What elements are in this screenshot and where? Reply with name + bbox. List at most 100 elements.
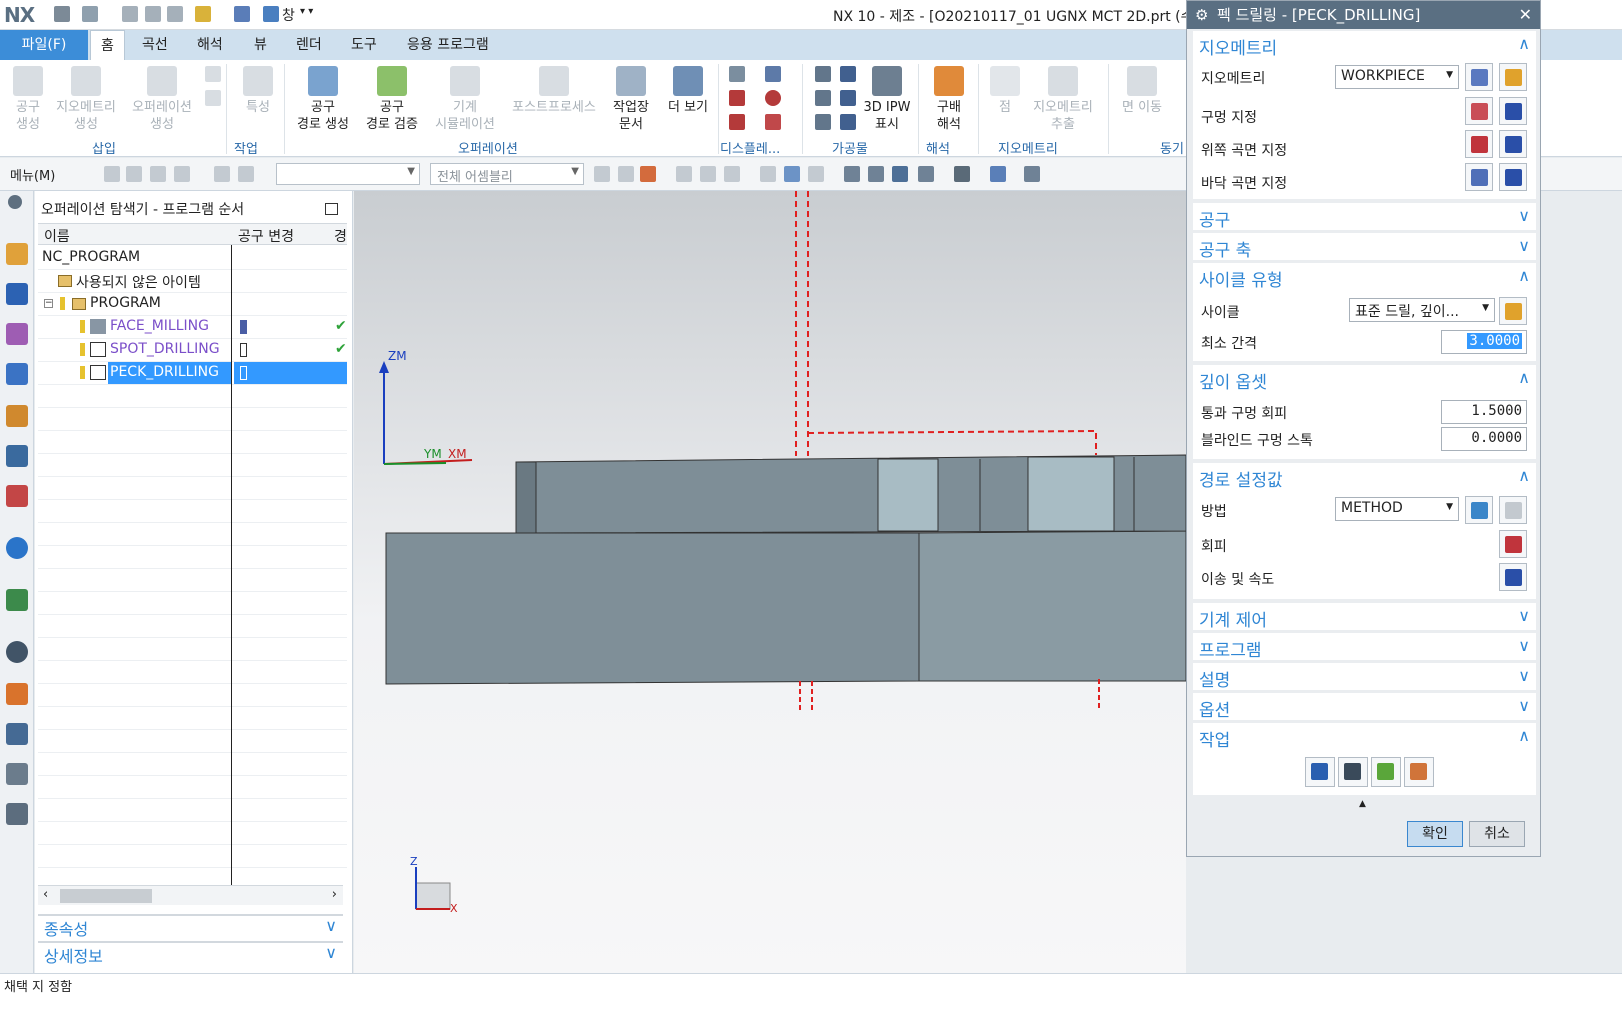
collapse-arrow-icon[interactable]: ▲ [1359, 799, 1366, 809]
replay-button[interactable] [1338, 757, 1368, 787]
display-icon-2[interactable] [729, 90, 745, 106]
edit-cycle-button[interactable] [1499, 297, 1527, 325]
extract-geometry-button[interactable]: 지오메트리 추출 [1026, 66, 1100, 133]
chevron-up-icon[interactable]: ∧ [1518, 34, 1530, 53]
scroll-right-icon[interactable]: › [332, 887, 337, 902]
reuse-library-icon[interactable] [6, 485, 28, 507]
generate-button[interactable] [1305, 757, 1335, 787]
assembly-navigator-icon[interactable] [6, 405, 28, 427]
view-fit-icon[interactable] [844, 166, 860, 182]
touch-mode-icon[interactable] [234, 6, 250, 22]
history-clock-icon[interactable] [6, 641, 28, 663]
roles-icon[interactable] [6, 803, 28, 825]
cancel-button[interactable]: 취소 [1469, 821, 1525, 847]
tree-row-nc-program[interactable]: NC_PROGRAM [38, 247, 347, 270]
group-insert[interactable]: 삽입 [92, 138, 116, 157]
tree-row-spot-drilling[interactable]: SPOT_DRILLING ✔ [38, 339, 347, 362]
snap-icon-7[interactable] [760, 166, 776, 182]
display-holes-button[interactable] [1499, 97, 1527, 125]
section-machine-control[interactable]: 기계 제어 ∨ [1193, 603, 1536, 631]
section-description[interactable]: 설명 ∨ [1193, 663, 1536, 691]
verify-toolpath-button[interactable]: 공구 경로 검증 [360, 66, 424, 133]
type-filter-combo[interactable]: ▼ [276, 163, 420, 185]
section-path-settings-title[interactable]: 경로 설정값 [1199, 466, 1283, 491]
workpiece-icon-4[interactable] [840, 66, 856, 82]
filter-icon-2[interactable] [126, 166, 142, 182]
snap-icon-8[interactable] [784, 166, 800, 182]
display-icon-3[interactable] [729, 114, 745, 130]
info-icon[interactable] [6, 537, 28, 559]
filter-icon-5[interactable] [214, 166, 230, 182]
section-options[interactable]: 옵션 ∨ [1193, 693, 1536, 721]
tab-home[interactable]: 홈 [90, 30, 125, 61]
tab-render[interactable]: 렌더 [286, 30, 332, 60]
dependencies-panel[interactable]: 종속성 ∨ [38, 914, 343, 939]
graphics-window[interactable]: ZM YM XM Z X [354, 191, 1186, 973]
snap-icon-1[interactable] [594, 166, 610, 182]
blind-hole-stock-input[interactable]: 0.0000 [1441, 427, 1527, 451]
display-top-surface-button[interactable] [1499, 130, 1527, 158]
paste-icon[interactable] [167, 6, 183, 22]
dialog-title-bar[interactable]: ⚙ 펙 드릴링 - [PECK_DRILLING] ✕ [1187, 1, 1540, 29]
shop-docs-button[interactable]: 작업장 문서 [606, 66, 656, 133]
tree-row-face-milling[interactable]: FACE_MILLING ✔ [38, 316, 347, 339]
copy-icon[interactable] [145, 6, 161, 22]
display-icon-1[interactable] [729, 66, 745, 82]
workpiece-icon-1[interactable] [815, 66, 831, 82]
section-depth-offset-title[interactable]: 깊이 옵셋 [1199, 368, 1267, 393]
move-face-button[interactable]: 면 이동 [1116, 66, 1168, 116]
workpiece-icon-2[interactable] [815, 90, 831, 106]
window-icon[interactable] [263, 6, 279, 22]
horizontal-scrollbar[interactable]: ‹ › [38, 885, 343, 905]
details-panel[interactable]: 상세정보 ∨ [38, 941, 343, 966]
view-orient-icon[interactable] [918, 166, 934, 182]
assembly-scope-combo[interactable]: 전체 어셈블리 ▼ [430, 163, 584, 185]
snap-icon-9[interactable] [808, 166, 824, 182]
tab-tools[interactable]: 도구 [341, 30, 387, 60]
window-menu[interactable]: 창 [282, 5, 295, 25]
edit-method-button[interactable] [1499, 496, 1527, 524]
part-navigator-icon[interactable] [6, 445, 28, 467]
chevron-up-icon[interactable]: ∧ [1518, 466, 1530, 485]
method-select[interactable]: METHOD ▼ [1335, 497, 1459, 521]
group-workpiece[interactable]: 가공물 [832, 138, 868, 157]
group-operation[interactable]: 오퍼레이션 [458, 138, 518, 157]
cycle-select[interactable]: 표준 드릴, 깊이... ▼ [1349, 298, 1495, 322]
machine-tool-view-icon[interactable] [6, 243, 28, 265]
create-tool-button[interactable]: 공구 생성 [6, 66, 50, 133]
verify-button[interactable] [1371, 757, 1401, 787]
geometry-view-icon[interactable] [6, 323, 28, 345]
display-bottom-surface-button[interactable] [1499, 163, 1527, 191]
section-actions-title[interactable]: 작업 [1199, 726, 1230, 751]
geometry-select[interactable]: WORKPIECE ▼ [1335, 65, 1459, 89]
save-icon[interactable] [54, 6, 70, 22]
section-tool-axis[interactable]: 공구 축 ∨ [1193, 233, 1536, 261]
process-studio-icon[interactable] [6, 723, 28, 745]
close-icon[interactable]: ✕ [1519, 1, 1532, 29]
feeds-speeds-button[interactable] [1499, 563, 1527, 591]
tab-curve[interactable]: 곡선 [132, 30, 178, 60]
chevron-up-icon[interactable]: ∧ [1518, 368, 1530, 387]
section-program[interactable]: 프로그램 ∨ [1193, 633, 1536, 661]
repeat-command-icon[interactable] [195, 6, 211, 22]
scrollbar-thumb[interactable] [60, 889, 152, 903]
tree-row-unused-items[interactable]: 사용되지 않은 아이템 [38, 270, 347, 293]
workpiece-icon-6[interactable] [840, 114, 856, 130]
cut-icon[interactable] [122, 6, 138, 22]
snap-icon-6[interactable] [724, 166, 740, 182]
chevron-up-icon[interactable]: ∧ [1518, 726, 1530, 745]
maximize-icon[interactable] [325, 203, 338, 215]
scroll-left-icon[interactable]: ‹ [43, 887, 48, 902]
show-hide-icon[interactable] [1024, 166, 1040, 182]
gear-icon[interactable]: ⚙ [1195, 1, 1208, 29]
min-clearance-input[interactable]: 3.0000 [1441, 330, 1527, 354]
tab-application[interactable]: 응용 프로그램 [397, 30, 499, 60]
chevron-up-icon[interactable]: ∧ [1518, 266, 1530, 285]
section-geometry-title[interactable]: 지오메트리 [1199, 34, 1277, 59]
postprocess-button[interactable]: 포스트프로세스 [506, 66, 602, 116]
workpiece-icon-3[interactable] [815, 114, 831, 130]
tree-row-peck-drilling[interactable]: PECK_DRILLING [38, 362, 347, 385]
filter-icon-6[interactable] [238, 166, 254, 182]
layer-icon[interactable] [990, 166, 1006, 182]
tree-row-program[interactable]: − PROGRAM [38, 293, 347, 316]
